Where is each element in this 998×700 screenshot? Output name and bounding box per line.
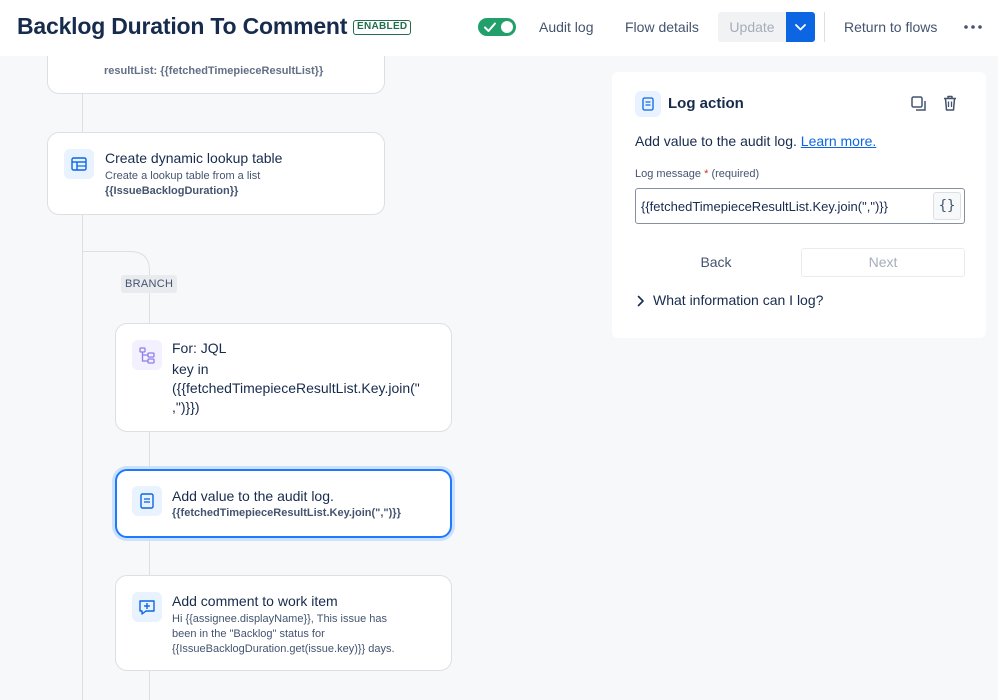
panel-description: Add value to the audit log. Learn more. (635, 133, 876, 149)
log-action-card[interactable]: Add value to the audit log. {{fetchedTim… (115, 469, 452, 538)
log-message-label: Log message * (required) (635, 168, 759, 180)
log-message-field[interactable]: {} (635, 188, 965, 224)
card-subtitle: Create a lookup table from a list (105, 170, 261, 182)
insert-variable-button[interactable]: {} (933, 192, 961, 220)
header-divider (824, 12, 825, 42)
card-partial-text: resultList: {{fetchedTimepieceResultList… (104, 65, 324, 77)
audit-log-button[interactable]: Audit log (539, 13, 593, 41)
connector-line (82, 93, 83, 133)
branch-tree-icon (139, 347, 155, 364)
duplicate-icon[interactable] (910, 95, 928, 113)
branch-label: BRANCH (121, 275, 178, 293)
required-mark: * (704, 168, 709, 180)
connector-line (149, 432, 150, 469)
status-badge: ENABLED (353, 20, 412, 35)
log-icon (642, 97, 654, 111)
update-dropdown-button[interactable] (786, 12, 815, 42)
next-button[interactable]: Next (801, 248, 965, 277)
card-line: ({{fetchedTimepieceResultList.Key.join(" (172, 380, 420, 396)
card-title: Add comment to work item (172, 593, 338, 609)
card-title: Add value to the audit log. (172, 488, 334, 504)
card-line: Hi {{assignee.displayName}}, This issue … (172, 613, 388, 625)
card-line: been in the "Backlog" status for (172, 628, 325, 640)
log-message-input[interactable] (641, 189, 926, 223)
panel-icon-wrap (635, 91, 661, 117)
log-icon (140, 493, 154, 509)
log-icon-wrap (132, 486, 162, 516)
previous-action-card[interactable]: resultList: {{fetchedTimepieceResultList… (47, 56, 385, 94)
enable-toggle[interactable] (478, 18, 516, 36)
branch-icon-wrap (132, 340, 162, 370)
card-line: ,")}}) (172, 399, 200, 415)
check-icon (484, 22, 496, 32)
update-button[interactable]: Update (718, 12, 786, 42)
top-header: Backlog Duration To Comment ENABLED Audi… (0, 0, 998, 56)
table-icon-wrap (64, 149, 94, 179)
lookup-table-card[interactable]: Create dynamic lookup table Create a loo… (47, 132, 385, 215)
connector-line (149, 293, 150, 323)
description-text: Add value to the audit log. (635, 133, 797, 149)
card-line: {{IssueBacklogDuration.get(issue.key)}} … (172, 643, 395, 655)
table-icon (71, 157, 87, 171)
card-title: For: JQL (172, 340, 227, 356)
card-variable: {{fetchedTimepieceResultList.Key.join(",… (172, 507, 401, 519)
field-label-text: Log message (635, 168, 702, 180)
more-options-icon[interactable] (962, 17, 984, 37)
toggle-knob (501, 21, 513, 33)
chevron-right-icon (637, 295, 644, 307)
add-comment-card[interactable]: Add comment to work item Hi {{assignee.d… (115, 575, 452, 671)
return-to-flows-button[interactable]: Return to flows (844, 13, 937, 41)
flow-details-button[interactable]: Flow details (625, 13, 699, 41)
trash-icon[interactable] (941, 94, 959, 112)
page-title: Backlog Duration To Comment (17, 13, 348, 39)
back-button[interactable]: Back (635, 248, 797, 276)
card-line: key in (172, 361, 209, 377)
panel-title: Log action (668, 95, 744, 112)
card-variable: {{IssueBacklogDuration}} (105, 185, 239, 197)
comment-icon-wrap (132, 592, 162, 622)
for-jql-card[interactable]: For: JQL key in ({{fetchedTimepieceResul… (115, 323, 452, 432)
chevron-down-icon (795, 24, 806, 31)
connector-line (149, 670, 150, 700)
info-expander-label: What information can I log? (653, 292, 824, 308)
connector-line (149, 538, 150, 575)
connector-line (82, 214, 83, 700)
learn-more-link[interactable]: Learn more. (801, 133, 876, 149)
log-action-panel: Log action Add value to the audit log. L… (612, 72, 986, 338)
required-text: (required) (711, 168, 760, 180)
card-title: Create dynamic lookup table (105, 150, 283, 166)
comment-add-icon (139, 600, 155, 615)
